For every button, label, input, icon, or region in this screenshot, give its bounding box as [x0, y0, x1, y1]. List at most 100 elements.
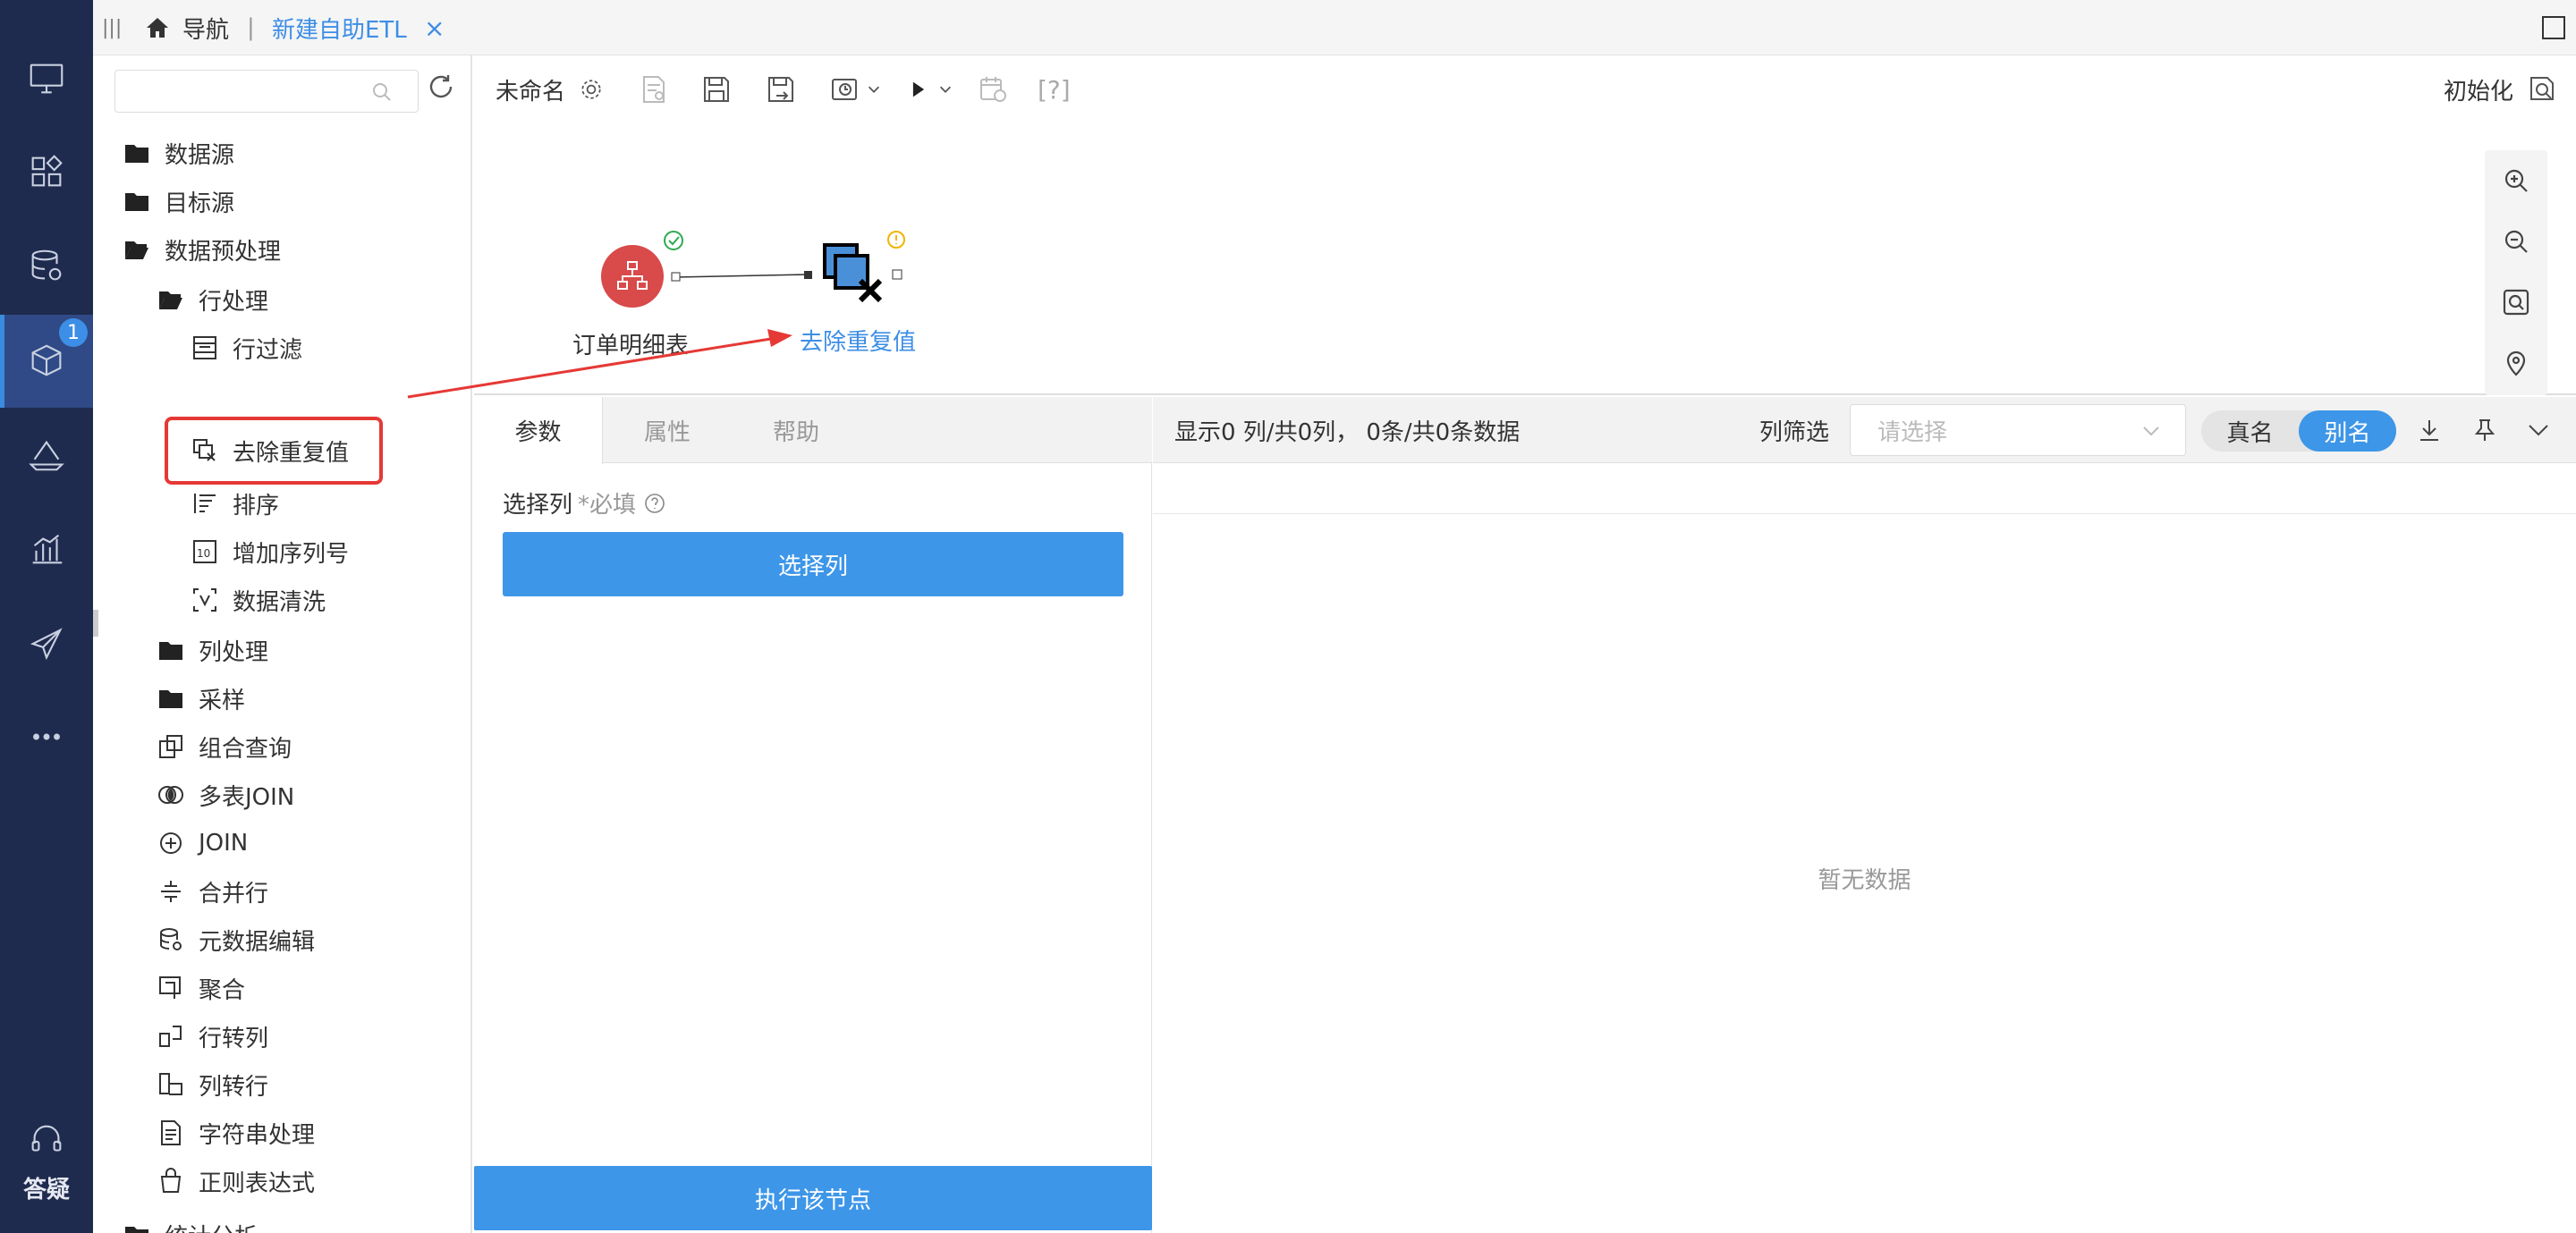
tree-item-dedup[interactable]: 去除重复值 — [164, 417, 384, 485]
download-icon[interactable] — [2416, 397, 2443, 463]
help-headset-icon[interactable] — [0, 1100, 93, 1180]
tree-item-row-filter[interactable]: 行过滤 — [191, 324, 302, 372]
name-toggle[interactable]: 真名 别名 — [2201, 410, 2396, 452]
tree-label: 正则表达式 — [199, 1170, 316, 1197]
save-as-icon[interactable] — [766, 55, 796, 123]
tree-label: 组合查询 — [199, 735, 292, 763]
tree-item-multi-join[interactable]: 多表JOIN — [157, 771, 294, 819]
menu-toggle-icon[interactable]: ||| — [102, 0, 122, 55]
tree-label: 数据源 — [165, 141, 235, 169]
document-icon — [161, 1120, 181, 1145]
tree-label: 排序 — [233, 492, 280, 519]
select-column-label: 选择列 *必填 — [503, 486, 666, 519]
refresh-icon[interactable] — [426, 72, 456, 102]
tree-folder-target[interactable]: 目标源 — [123, 177, 234, 225]
column-filter-select[interactable]: 请选择 — [1850, 404, 2186, 456]
tab-active[interactable]: 新建自助ETL — [272, 0, 407, 55]
init-button[interactable]: 初始化 — [2444, 55, 2513, 123]
tree-item-metadata-edit[interactable]: 元数据编辑 — [157, 916, 315, 964]
tree-item-add-sequence[interactable]: 10 增加序列号 — [191, 528, 349, 576]
save-icon[interactable] — [701, 55, 732, 123]
zoom-in-icon[interactable] — [2485, 150, 2547, 211]
tree-item-col-to-row[interactable]: 列转行 — [157, 1060, 268, 1109]
tree-item-aggregate[interactable]: 聚合 — [157, 964, 245, 1012]
aggregate-icon — [159, 976, 181, 999]
flow-name[interactable]: 未命名 — [496, 55, 565, 123]
tree-folder-stats[interactable]: 统计分析 — [123, 1211, 258, 1233]
folder-open-icon — [159, 291, 182, 309]
tree-item-regex[interactable]: 正则表达式 — [157, 1157, 315, 1205]
close-tab-icon[interactable]: × — [424, 0, 445, 55]
dedup-node-label[interactable]: 去除重复值 — [800, 324, 916, 357]
properties-doc-icon[interactable] — [639, 55, 669, 123]
tab-divider: | — [247, 14, 255, 41]
help-label[interactable]: 答疑 — [0, 1171, 93, 1204]
etl-canvas[interactable]: 订单明细表 去除重复值 — [474, 123, 2576, 395]
tree-label: 增加序列号 — [233, 540, 350, 568]
run-schedule-icon[interactable] — [979, 55, 1009, 123]
metadata-icon — [160, 928, 182, 950]
toggle-real-name[interactable]: 真名 — [2201, 410, 2299, 452]
pin-icon[interactable] — [2471, 397, 2498, 463]
table-hierarchy-icon — [617, 261, 648, 290]
send-icon[interactable] — [0, 597, 93, 690]
select-column-button[interactable]: 选择列 — [503, 532, 1123, 596]
chevron-down-icon — [868, 86, 880, 93]
tree-folder-row-process[interactable]: 行处理 — [157, 275, 268, 324]
join-plus-icon — [160, 832, 182, 854]
dedup-node[interactable] — [821, 241, 886, 306]
tree-folder-datasource[interactable]: 数据源 — [123, 129, 234, 177]
splitter-handle[interactable] — [93, 610, 98, 637]
target-input-port — [804, 271, 812, 279]
zoom-out-icon[interactable] — [2485, 211, 2547, 272]
sequence-icon: 10 — [193, 540, 216, 563]
bar-chart-icon[interactable] — [0, 502, 93, 595]
schedule-settings-icon[interactable] — [830, 55, 882, 123]
tree-item-sort[interactable]: 排序 — [191, 479, 279, 528]
tree-folder-sampling[interactable]: 采样 — [157, 674, 245, 722]
collapse-chevron-icon[interactable] — [2525, 397, 2552, 463]
tree-item-string-process[interactable]: 字符串处理 — [157, 1109, 315, 1157]
tree-folder-col-process[interactable]: 列处理 — [157, 626, 268, 674]
folder-icon — [159, 642, 182, 660]
question-icon[interactable] — [643, 492, 666, 515]
required-hint: *必填 — [578, 492, 637, 519]
source-node-label: 订单明细表 — [572, 333, 690, 359]
monitor-icon[interactable] — [0, 32, 93, 125]
source-node[interactable] — [601, 245, 664, 308]
fit-view-icon[interactable] — [2485, 272, 2547, 333]
toggle-alias[interactable]: 别名 — [2299, 410, 2396, 452]
preview-search-icon[interactable] — [2528, 55, 2558, 123]
tree-item-combo-query[interactable]: 组合查询 — [157, 722, 292, 771]
maximize-icon[interactable] — [2540, 0, 2567, 55]
tree-item-row-to-col[interactable]: 行转列 — [157, 1012, 268, 1060]
search-icon[interactable] — [370, 80, 394, 104]
layers-icon[interactable] — [0, 408, 93, 501]
tab-params[interactable]: 参数 — [474, 397, 603, 464]
more-icon[interactable] — [0, 690, 93, 783]
settings-gear-icon[interactable] — [578, 55, 605, 123]
tree-label: 列处理 — [199, 638, 269, 666]
tree-label: 行处理 — [199, 288, 269, 316]
tree-item-merge-rows[interactable]: 合并行 — [157, 867, 268, 916]
tab-attributes[interactable]: 属性 — [603, 397, 732, 463]
execute-node-button[interactable]: 执行该节点 — [474, 1166, 1152, 1230]
tree-label: 数据预处理 — [165, 238, 282, 266]
tree-item-data-clean[interactable]: 数据清洗 — [191, 576, 326, 624]
tree-label: 字符串处理 — [199, 1121, 316, 1149]
tab-help[interactable]: 帮助 — [732, 397, 860, 463]
tree-label: 列转行 — [199, 1073, 269, 1101]
run-button[interactable] — [907, 55, 953, 123]
tree-label: 多表JOIN — [199, 783, 295, 811]
database-settings-icon[interactable] — [0, 220, 93, 313]
dedup-node-icon — [823, 243, 883, 303]
success-check-icon — [664, 231, 683, 250]
folder-icon — [125, 145, 148, 163]
regex-bag-icon — [160, 1168, 182, 1193]
help-bracket-icon[interactable]: [?] — [1038, 55, 1071, 123]
locate-icon[interactable] — [2485, 333, 2547, 393]
tree-item-join[interactable]: JOIN — [157, 819, 248, 867]
tree-folder-preprocess[interactable]: 数据预处理 — [123, 225, 281, 274]
dashboard-grid-icon[interactable] — [0, 125, 93, 218]
tab-home[interactable]: 导航 — [143, 0, 229, 55]
